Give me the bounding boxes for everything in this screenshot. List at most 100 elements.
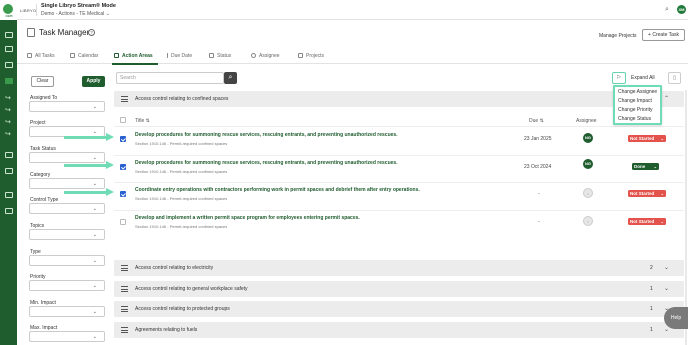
- status-badge[interactable]: Not Started ⌄: [628, 218, 666, 225]
- search-input[interactable]: Search: [116, 72, 224, 84]
- document-icon: ▯: [673, 75, 676, 81]
- unassigned-user-icon[interactable]: ○: [583, 216, 593, 226]
- chevron-down-icon[interactable]: ⌄: [664, 264, 669, 271]
- brand-name: LIBRYO: [20, 8, 37, 13]
- clipboard-icon[interactable]: [5, 78, 13, 84]
- chevron-down-icon: ⌄: [92, 104, 97, 110]
- list-icon[interactable]: [5, 152, 13, 158]
- search-icon: ⌕: [228, 74, 233, 81]
- tab-projects[interactable]: Projects: [298, 53, 324, 59]
- return-arrow-icon[interactable]: ↪: [5, 95, 13, 102]
- task-due-date: -: [538, 219, 540, 225]
- type-select[interactable]: ⌄: [29, 255, 105, 266]
- group-label: Access control relating to electricity: [135, 265, 214, 271]
- row-checkbox[interactable]: [120, 136, 126, 142]
- table-row[interactable]: Develop and implement a written permit s…: [114, 211, 684, 238]
- expand-all-link[interactable]: Expand All: [631, 75, 655, 81]
- assigned-to-select[interactable]: ⌄: [29, 101, 105, 112]
- clear-button[interactable]: Clear: [31, 76, 54, 87]
- menu-item-change-status[interactable]: Change Status: [618, 116, 651, 122]
- wrench-icon[interactable]: [5, 62, 13, 68]
- table-row[interactable]: Develop procedures for summoning rescue …: [114, 128, 684, 155]
- group-task-count: 2: [650, 265, 653, 271]
- tab-action-areas[interactable]: Action Areas: [114, 53, 153, 59]
- annotation-arrow: [64, 161, 114, 169]
- bulk-actions-menu: Change Assignee Change Impact Change Pri…: [613, 85, 662, 125]
- help-button[interactable]: Help: [664, 307, 688, 329]
- tab-due-date[interactable]: Due Date: [167, 53, 192, 59]
- chevron-down-icon: ⌄: [660, 191, 664, 196]
- task-title[interactable]: Develop and implement a written permit s…: [135, 215, 360, 221]
- stream-context-selector[interactable]: Demo - Actions - TE Medical ⌄: [41, 11, 110, 17]
- tab-calendar[interactable]: Calendar: [70, 53, 98, 59]
- chevron-down-icon[interactable]: ⌄: [664, 285, 669, 292]
- table-row[interactable]: Coordinate entry operations with contrac…: [114, 183, 684, 210]
- action-area-group[interactable]: Agreements relating to fuels 1 ⌄: [114, 322, 684, 338]
- document-icon[interactable]: [5, 192, 13, 198]
- action-area-group[interactable]: Access control relating to general workp…: [114, 281, 684, 297]
- assignee-avatar[interactable]: NG: [583, 159, 593, 169]
- annotation-arrow: [64, 133, 114, 141]
- max-impact-select[interactable]: ⌄: [29, 331, 105, 342]
- search-button[interactable]: ⌕: [224, 72, 237, 84]
- cepi-logo-icon[interactable]: [3, 4, 13, 14]
- folder-open-icon[interactable]: [5, 168, 13, 174]
- tab-status[interactable]: Status: [209, 53, 231, 59]
- bar-chart-icon: [209, 53, 214, 58]
- task-title[interactable]: Develop procedures for summoning rescue …: [135, 160, 398, 166]
- task-status-select[interactable]: ⌄: [29, 152, 105, 163]
- assignee-avatar[interactable]: NG: [583, 133, 593, 143]
- list-icon: [27, 53, 32, 58]
- tab-all-tasks[interactable]: All Tasks: [27, 53, 55, 59]
- chevron-up-icon[interactable]: ⌃: [664, 95, 669, 102]
- min-impact-select[interactable]: ⌄: [29, 306, 105, 317]
- list-icon: [121, 306, 128, 312]
- hierarchy-icon[interactable]: [5, 208, 13, 214]
- tab-assignee[interactable]: Assignee: [251, 53, 280, 59]
- due-column-header[interactable]: Due ⇅: [529, 118, 544, 124]
- category-select[interactable]: ⌄: [29, 178, 105, 189]
- create-task-button[interactable]: + Create Task: [642, 29, 685, 41]
- menu-item-change-impact[interactable]: Change Impact: [618, 98, 652, 104]
- status-badge[interactable]: Not Started ⌄: [628, 190, 666, 197]
- group-label: Access control relating to general workp…: [135, 286, 248, 292]
- return-arrow-icon[interactable]: ↪: [5, 107, 13, 114]
- topics-select[interactable]: ⌄: [29, 229, 105, 240]
- bell-icon[interactable]: [5, 46, 13, 52]
- chevron-down-icon: ⌄: [92, 258, 97, 264]
- row-checkbox[interactable]: [120, 164, 126, 170]
- title-column-header[interactable]: Title ⇅: [135, 118, 150, 124]
- menu-item-change-priority[interactable]: Change Priority: [618, 107, 652, 113]
- chevron-down-icon: ⌄: [92, 155, 97, 161]
- task-title[interactable]: Coordinate entry operations with contrac…: [135, 187, 420, 193]
- select-all-checkbox[interactable]: [120, 117, 126, 123]
- action-area-group[interactable]: Access control relating to protected gro…: [114, 301, 684, 317]
- manage-projects-link[interactable]: Manage Projects: [599, 33, 637, 39]
- help-icon[interactable]: ?: [88, 29, 95, 36]
- menu-item-change-assignee[interactable]: Change Assignee: [618, 89, 657, 95]
- bulk-actions-button[interactable]: ▷: [612, 72, 626, 84]
- table-row[interactable]: Develop procedures for summoning rescue …: [114, 156, 684, 183]
- folder-icon[interactable]: [5, 32, 13, 38]
- return-arrow-icon[interactable]: ↪: [5, 119, 13, 126]
- chevron-down-icon: ⌄: [92, 334, 97, 340]
- sort-icon: ⇅: [539, 118, 544, 124]
- chevron-down-icon: ⌄: [92, 181, 97, 187]
- export-button[interactable]: ▯: [668, 72, 681, 84]
- row-checkbox[interactable]: [120, 191, 126, 197]
- user-avatar[interactable]: XM: [677, 5, 686, 14]
- action-area-group-confined-spaces[interactable]: Access control relating to confined spac…: [114, 91, 684, 107]
- apply-button[interactable]: Apply: [82, 76, 105, 87]
- control-type-select[interactable]: ⌄: [29, 203, 105, 214]
- return-arrow-icon[interactable]: ↪: [5, 131, 13, 138]
- status-badge[interactable]: Done ⌄: [632, 163, 659, 170]
- plus-icon: +: [648, 32, 651, 38]
- task-title[interactable]: Develop procedures for summoning rescue …: [135, 132, 398, 138]
- row-checkbox[interactable]: [120, 219, 126, 225]
- status-badge[interactable]: Not Started ⌄: [628, 135, 666, 142]
- priority-select[interactable]: ⌄: [29, 280, 105, 291]
- search-icon[interactable]: ⌕: [665, 6, 672, 13]
- action-area-group[interactable]: Access control relating to electricity 2…: [114, 260, 684, 276]
- unassigned-user-icon[interactable]: ○: [583, 188, 593, 198]
- task-section: Section 1910.146 - Permit-required confi…: [135, 196, 228, 201]
